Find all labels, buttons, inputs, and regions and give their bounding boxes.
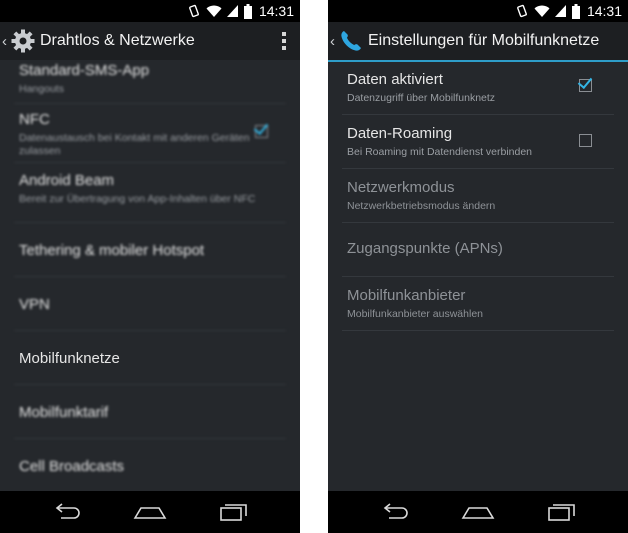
right-screen: 14:31 ‹ Einstellungen für Mobilfunknetze…: [328, 0, 628, 533]
phone-icon[interactable]: [338, 28, 364, 54]
nav-back-icon[interactable]: [377, 499, 411, 525]
list-item-mobilfunknetze[interactable]: Mobilfunknetze: [19, 350, 286, 368]
item-subtitle: Datenaustausch bei Kontakt mit anderen G…: [19, 132, 250, 157]
divider: [342, 114, 614, 115]
item-title: Daten-Roaming: [347, 125, 453, 142]
settings-gear-icon[interactable]: [10, 28, 36, 54]
nav-home-icon[interactable]: [133, 499, 167, 525]
list-item-zugangspunkte[interactable]: Zugangspunkte (APNs): [347, 240, 614, 258]
item-title: NFC: [19, 111, 50, 128]
action-bar: ‹ Drahtlos & Netzwerke: [0, 22, 300, 60]
divider: [342, 222, 614, 223]
list-item-nfc[interactable]: NFC Datenaustausch bei Kontakt mit ander…: [19, 111, 256, 158]
divider: [342, 168, 614, 169]
divider: [14, 162, 286, 163]
list-item-standard-sms-app[interactable]: Standard-SMS-App Hangouts: [19, 62, 286, 96]
overflow-menu-icon[interactable]: [282, 32, 286, 50]
item-title: Mobilfunktarif: [19, 404, 109, 421]
list-item-cell-broadcasts[interactable]: Cell Broadcasts: [19, 458, 286, 476]
wifi-icon: [206, 5, 222, 17]
divider: [342, 330, 614, 331]
nfc-checkbox[interactable]: [253, 119, 269, 138]
status-bar: 14:31: [328, 0, 628, 22]
item-title: Zugangspunkte (APNs): [347, 240, 503, 257]
daten-aktiviert-checkbox[interactable]: [577, 73, 593, 92]
nav-recents-icon[interactable]: [217, 499, 251, 525]
divider: [14, 276, 286, 277]
list-item-daten-aktiviert[interactable]: Daten aktiviert Datenzugriff über Mobilf…: [347, 71, 578, 105]
list-item-mobilfunktarif[interactable]: Mobilfunktarif: [19, 404, 286, 422]
back-arrow-icon[interactable]: ‹: [2, 33, 10, 50]
item-subtitle: Datenzugriff über Mobilfunknetz: [347, 92, 496, 104]
vibrate-icon: [189, 4, 199, 18]
list-item-netzwerkmodus[interactable]: Netzwerkmodus Netzwerkbetriebsmodus ände…: [347, 179, 614, 213]
item-title: Mobilfunkanbieter: [347, 287, 466, 304]
battery-icon: [243, 3, 252, 19]
nav-home-icon[interactable]: [461, 499, 495, 525]
vibrate-icon: [517, 4, 527, 18]
divider: [14, 384, 286, 385]
item-title: Tethering & mobiler Hotspot: [19, 242, 205, 259]
settings-list: Daten aktiviert Datenzugriff über Mobilf…: [328, 60, 628, 491]
item-subtitle: Netzwerkbetriebsmodus ändern: [347, 200, 496, 212]
list-item-android-beam[interactable]: Android Beam Bereit zur Übertragung von …: [19, 172, 270, 206]
divider: [14, 330, 286, 331]
item-title: VPN: [19, 296, 50, 313]
divider: [14, 103, 286, 104]
list-item-daten-roaming[interactable]: Daten-Roaming Bei Roaming mit Datendiens…: [347, 125, 578, 159]
divider: [14, 222, 286, 223]
nav-back-icon[interactable]: [49, 499, 83, 525]
navigation-bar: [328, 491, 628, 533]
status-time: 14:31: [258, 3, 294, 19]
list-item-mobilfunkanbieter[interactable]: Mobilfunkanbieter Mobilfunkanbieter ausw…: [347, 287, 614, 321]
item-title: Standard-SMS-App: [19, 62, 150, 79]
nav-recents-icon[interactable]: [545, 499, 579, 525]
list-item-tethering[interactable]: Tethering & mobiler Hotspot: [19, 242, 286, 260]
item-title: Netzwerkmodus: [347, 179, 455, 196]
list-item-vpn[interactable]: VPN: [19, 296, 286, 314]
battery-icon: [571, 3, 580, 19]
back-arrow-icon[interactable]: ‹: [330, 33, 338, 50]
signal-icon: [554, 5, 566, 17]
screen-title: Einstellungen für Mobilfunknetze: [368, 32, 600, 49]
signal-icon: [226, 5, 238, 17]
divider: [342, 276, 614, 277]
status-time: 14:31: [586, 3, 622, 19]
item-title: Cell Broadcasts: [19, 458, 125, 475]
status-bar: 14:31: [0, 0, 300, 22]
settings-list: Standard-SMS-App Hangouts NFC Datenausta…: [0, 60, 300, 491]
left-screen: 14:31 ‹ Drahtlos & Netzwerke Standard-SM…: [0, 0, 300, 533]
item-subtitle: Hangouts: [19, 83, 64, 95]
navigation-bar: [0, 491, 300, 533]
wifi-icon: [534, 5, 550, 17]
item-title: Daten aktiviert: [347, 71, 443, 88]
action-bar: ‹ Einstellungen für Mobilfunknetze: [328, 22, 628, 60]
daten-roaming-checkbox[interactable]: [579, 134, 592, 147]
screen-title: Drahtlos & Netzwerke: [40, 32, 195, 49]
item-title: Mobilfunknetze: [19, 350, 120, 367]
item-title: Android Beam: [19, 172, 115, 189]
item-subtitle: Bereit zur Übertragung von App-Inhalten …: [19, 193, 256, 205]
divider: [14, 438, 286, 439]
item-subtitle: Bei Roaming mit Datendienst verbinden: [347, 146, 533, 158]
item-subtitle: Mobilfunkanbieter auswählen: [347, 308, 484, 320]
